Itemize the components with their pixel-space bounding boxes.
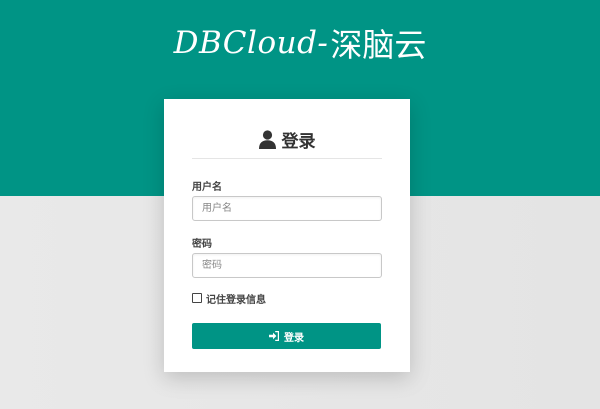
login-card-header: 登录 [192, 121, 382, 159]
password-input[interactable] [192, 253, 382, 278]
remember-label: 记住登录信息 [206, 294, 266, 306]
username-label: 用户名 [192, 182, 222, 193]
remember-checkbox[interactable] [192, 293, 202, 303]
login-button[interactable]: 登录 [192, 323, 381, 349]
brand-logo: DBCloud- 深脑云 [0, 18, 600, 68]
brand-chinese-text: 深脑云 [330, 26, 427, 64]
brand-latin-text: DBCloud- [173, 25, 329, 61]
sign-in-icon [269, 331, 279, 341]
login-button-label: 登录 [284, 332, 304, 344]
login-card: 登录 用户名 密码 记住登录信息 登录 [164, 99, 410, 372]
username-input[interactable] [192, 196, 382, 221]
user-icon [258, 130, 276, 149]
password-label: 密码 [192, 239, 212, 250]
login-title: 登录 [281, 132, 316, 152]
remember-me[interactable]: 记住登录信息 [192, 291, 266, 306]
